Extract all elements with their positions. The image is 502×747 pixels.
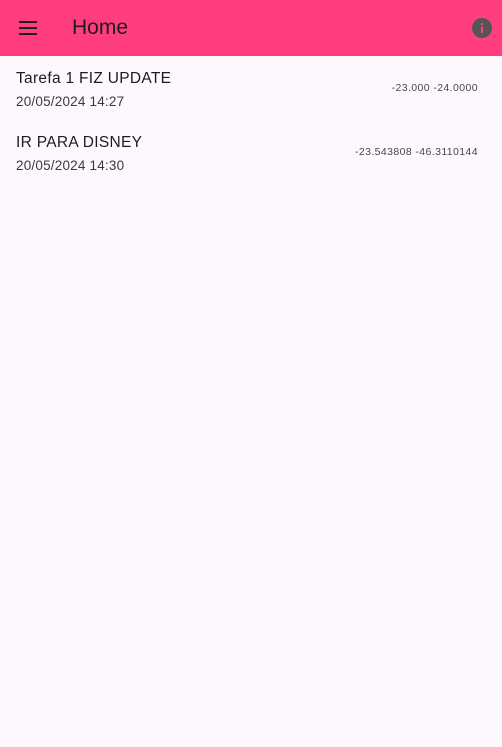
task-list: Tarefa 1 FIZ UPDATE 20/05/2024 14:27 -23… xyxy=(0,56,502,184)
menu-button[interactable] xyxy=(16,16,40,40)
app-bar: Home xyxy=(0,0,502,56)
item-date: 20/05/2024 14:27 xyxy=(16,94,125,109)
item-title: Tarefa 1 FIZ UPDATE xyxy=(16,70,172,87)
info-button[interactable] xyxy=(472,18,492,38)
menu-icon xyxy=(19,21,37,35)
item-title: IR PARA DISNEY xyxy=(16,134,143,151)
item-coordinates: -23.543808 -46.3110144 xyxy=(354,146,478,158)
info-icon xyxy=(472,18,492,38)
item-coordinates: -23.000 -24.0000 xyxy=(391,82,478,94)
page-title: Home xyxy=(72,16,129,39)
item-date: 20/05/2024 14:30 xyxy=(16,158,125,173)
list-item[interactable]: IR PARA DISNEY 20/05/2024 14:30 -23.5438… xyxy=(0,120,502,184)
list-item[interactable]: Tarefa 1 FIZ UPDATE 20/05/2024 14:27 -23… xyxy=(0,56,502,120)
